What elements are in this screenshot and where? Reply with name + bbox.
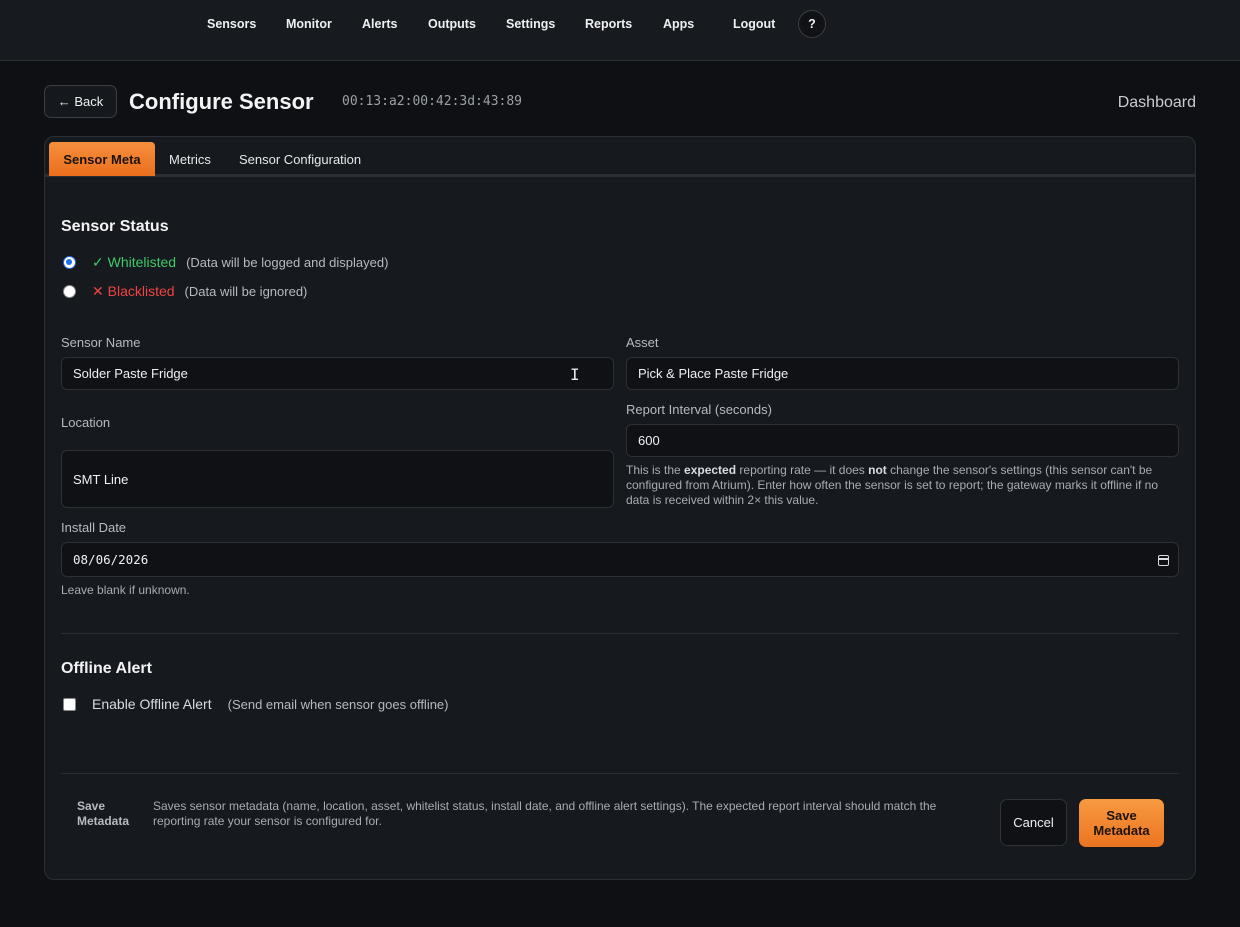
save-metadata-button[interactable]: Save Metadata <box>1079 799 1164 847</box>
sensor-name-input[interactable]: Solder Paste Fridge <box>61 357 614 390</box>
whitelist-option[interactable]: ✓ Whitelisted (Data will be logged and d… <box>63 252 388 272</box>
cancel-button[interactable]: Cancel <box>1000 799 1067 846</box>
offline-alert-desc: (Send email when sensor goes offline) <box>227 696 449 712</box>
whitelist-desc: (Data will be logged and displayed) <box>186 254 389 270</box>
sensor-mac-address: 00:13:a2:00:42:3d:43:89 <box>342 94 523 109</box>
text-cursor-icon: I <box>570 365 580 384</box>
back-button[interactable]: ← Back <box>44 85 117 118</box>
asset-label: Asset <box>626 335 659 350</box>
report-interval-help: This is the expected reporting rate — it… <box>626 463 1159 507</box>
whitelist-label: ✓ Whitelisted <box>92 253 177 270</box>
location-input[interactable]: SMT Line <box>61 450 614 508</box>
install-date-label: Install Date <box>61 520 127 535</box>
nav-alerts[interactable]: Alerts <box>362 16 397 32</box>
tab-sensor-configuration[interactable]: Sensor Configuration <box>225 142 375 176</box>
offline-alert-option[interactable]: Enable Offline Alert (Send email when se… <box>63 694 449 714</box>
tab-bar: Sensor Meta Metrics Sensor Configuration <box>45 137 1195 177</box>
top-nav: Sensors Monitor Alerts Outputs Settings … <box>0 0 1240 61</box>
nav-apps[interactable]: Apps <box>663 16 694 32</box>
offline-alert-checkbox[interactable] <box>63 697 76 711</box>
offline-alert-title: Offline Alert <box>61 660 152 677</box>
page-title: Configure Sensor <box>129 89 314 114</box>
footer-description: Saves sensor metadata (name, location, a… <box>153 799 937 828</box>
whitelist-radio[interactable] <box>63 255 76 269</box>
sensor-name-label: Sensor Name <box>61 335 141 350</box>
nav-outputs[interactable]: Outputs <box>428 16 476 32</box>
nav-reports[interactable]: Reports <box>585 16 632 32</box>
asset-input[interactable]: Pick & Place Paste Fridge <box>626 357 1179 390</box>
tab-sensor-meta[interactable]: Sensor Meta <box>49 142 155 176</box>
install-date-input[interactable]: 08/06/2026 <box>61 542 1179 577</box>
footer-label: Save Metadata <box>77 799 130 828</box>
dashboard-link[interactable]: Dashboard <box>1118 93 1196 113</box>
blacklist-label: ✕ Blacklisted <box>92 282 175 299</box>
tab-metrics[interactable]: Metrics <box>155 142 225 176</box>
footer-divider <box>61 773 1179 774</box>
install-date-help: Leave blank if unknown. <box>61 583 190 597</box>
nav-settings[interactable]: Settings <box>506 16 555 32</box>
location-label: Location <box>61 415 111 430</box>
blacklist-radio[interactable] <box>63 284 76 298</box>
nav-monitor[interactable]: Monitor <box>286 16 332 32</box>
section-divider <box>61 633 1179 634</box>
calendar-icon[interactable] <box>1158 555 1169 566</box>
report-interval-label: Report Interval (seconds) <box>626 402 772 417</box>
install-date-value: 08/06/2026 <box>73 552 149 567</box>
report-interval-input[interactable]: 600 <box>626 424 1179 457</box>
nav-logout[interactable]: Logout <box>733 16 775 32</box>
nav-sensors[interactable]: Sensors <box>207 16 256 32</box>
offline-alert-label: Enable Offline Alert <box>92 696 212 712</box>
help-button[interactable]: ? <box>798 10 826 38</box>
sensor-status-title: Sensor Status <box>61 218 169 235</box>
blacklist-option[interactable]: ✕ Blacklisted (Data will be ignored) <box>63 281 307 301</box>
blacklist-desc: (Data will be ignored) <box>184 283 308 299</box>
config-card: Sensor Meta Metrics Sensor Configuration… <box>44 136 1196 880</box>
